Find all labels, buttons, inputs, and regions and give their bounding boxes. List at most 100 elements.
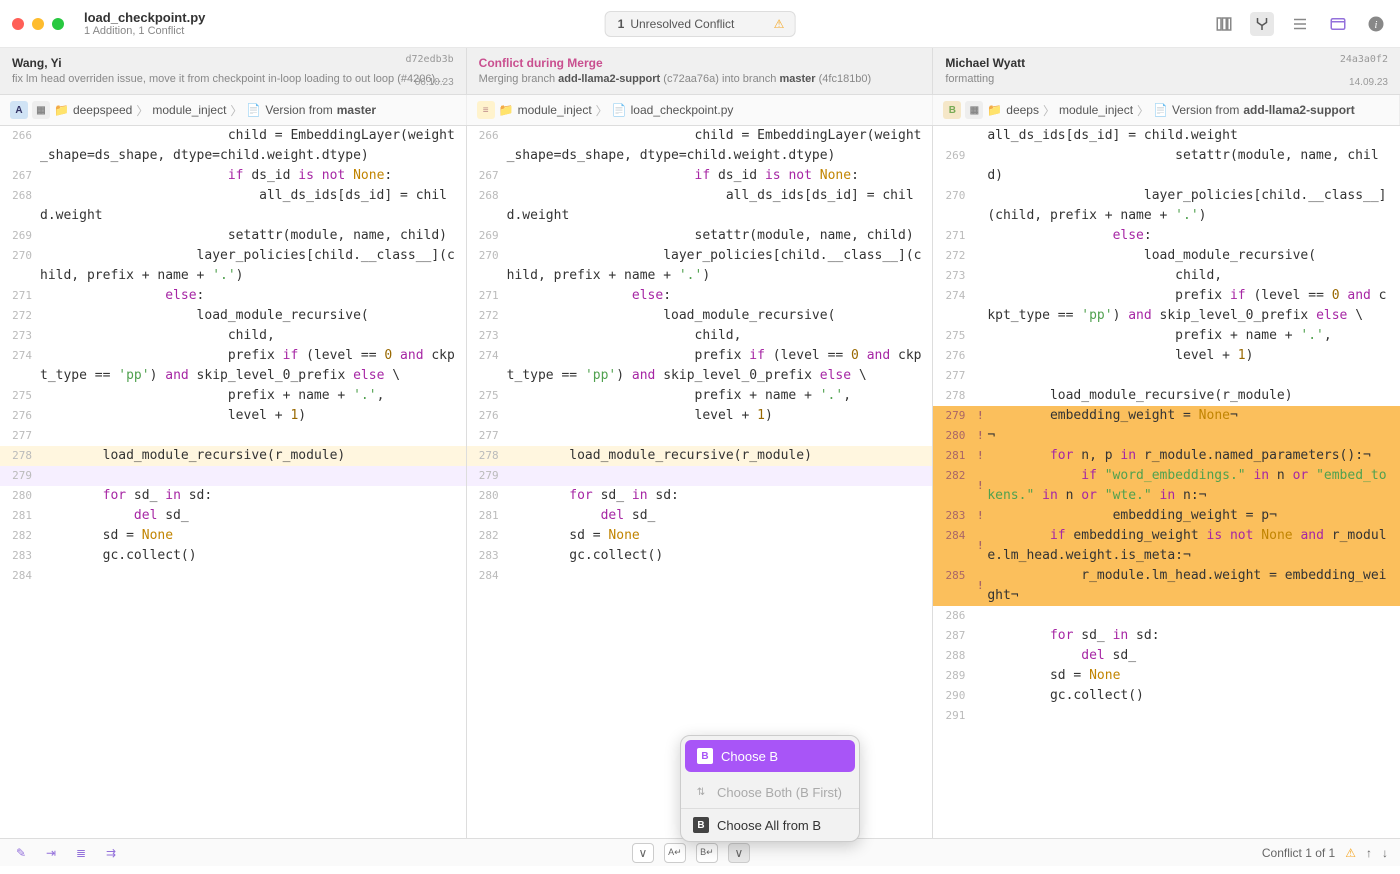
indent-icon[interactable]: ⇥ — [42, 844, 60, 862]
code-line[interactable]: 266 child = EmbeddingLayer(weight_shape=… — [0, 126, 466, 166]
line-number: 274 — [933, 286, 973, 326]
sidebar-toggle-icon[interactable] — [1326, 12, 1350, 36]
code-line[interactable]: 273 child, — [467, 326, 933, 346]
nav-up-icon[interactable]: ↑ — [1366, 846, 1372, 860]
code-line[interactable]: 291 — [933, 706, 1400, 726]
code-line[interactable]: 271 else: — [0, 286, 466, 306]
code-line[interactable]: 281! for n, p in r_module.named_paramete… — [933, 446, 1400, 466]
code-line[interactable]: 284 — [0, 566, 466, 586]
view-columns-icon[interactable] — [1212, 12, 1236, 36]
code-line[interactable]: 266 child = EmbeddingLayer(weight_shape=… — [467, 126, 933, 166]
pane-merged[interactable]: 266 child = EmbeddingLayer(weight_shape=… — [467, 126, 934, 838]
code-line[interactable]: 281 del sd_ — [467, 506, 933, 526]
apply-b-button[interactable]: B↵ — [696, 843, 718, 863]
status-left: ✎ ⇥ ≣ ⇉ — [12, 844, 120, 862]
code-line[interactable]: 274 prefix if (level == 0 and ckpt_type … — [0, 346, 466, 386]
code-line[interactable]: 270 layer_policies[child.__class__](chil… — [933, 186, 1400, 226]
code-line[interactable]: 270 layer_policies[child.__class__](chil… — [0, 246, 466, 286]
code-line[interactable]: 277 — [467, 426, 933, 446]
code-line[interactable]: 276 level + 1) — [933, 346, 1400, 366]
code-line[interactable]: 272 load_module_recursive( — [933, 246, 1400, 266]
code-line[interactable]: 275 prefix + name + '.', — [467, 386, 933, 406]
code-line[interactable]: 279 — [467, 466, 933, 486]
pane-version-b[interactable]: all_ds_ids[ds_id] = child.weight269 seta… — [933, 126, 1400, 838]
edit-icon[interactable]: ✎ — [12, 844, 30, 862]
view-merge-icon[interactable] — [1250, 12, 1274, 36]
breadcrumb-left[interactable]: A ▦ 📁 deepspeed 〉 module_inject 〉 📄 Vers… — [0, 95, 467, 125]
choose-both-button[interactable]: ⇅ Choose Both (B First) — [681, 776, 859, 808]
code-line[interactable]: 282! if "word_embeddings." in n or "embe… — [933, 466, 1400, 506]
code-line[interactable]: 275 prefix + name + '.', — [933, 326, 1400, 346]
code-text: load_module_recursive( — [507, 306, 933, 326]
code-line[interactable]: 279 — [0, 466, 466, 486]
minimize-window-button[interactable] — [32, 18, 44, 30]
pane-version-a[interactable]: 266 child = EmbeddingLayer(weight_shape=… — [0, 126, 467, 838]
code-line[interactable]: 277 — [0, 426, 466, 446]
code-line[interactable]: 269 setattr(module, name, child) — [0, 226, 466, 246]
code-line[interactable]: 274 prefix if (level == 0 and ckpt_type … — [933, 286, 1400, 326]
code-line[interactable]: 268 all_ds_ids[ds_id] = child.weight — [0, 186, 466, 226]
code-line[interactable]: 273 child, — [0, 326, 466, 346]
code-line[interactable]: 269 setattr(module, name, child) — [933, 146, 1400, 186]
nav-down-icon[interactable]: ↓ — [1382, 846, 1388, 860]
code-line[interactable]: 289 sd = None — [933, 666, 1400, 686]
code-line[interactable]: 276 level + 1) — [467, 406, 933, 426]
code-line[interactable]: 279! embedding_weight = None¬ — [933, 406, 1400, 426]
code-line[interactable]: 283! embedding_weight = p¬ — [933, 506, 1400, 526]
line-number: 271 — [0, 286, 40, 306]
code-line[interactable]: 287 for sd_ in sd: — [933, 626, 1400, 646]
breadcrumb-center[interactable]: ≡ 📁 module_inject 〉 📄 load_checkpoint.py — [467, 95, 934, 125]
code-line[interactable]: 267 if ds_id is not None: — [0, 166, 466, 186]
line-number: 284 — [0, 566, 40, 586]
code-line[interactable]: 280 for sd_ in sd: — [0, 486, 466, 506]
code-line[interactable]: 269 setattr(module, name, child) — [467, 226, 933, 246]
info-icon[interactable]: i — [1364, 12, 1388, 36]
code-line[interactable]: 272 load_module_recursive( — [467, 306, 933, 326]
choose-b-button[interactable]: B Choose B — [685, 740, 855, 772]
close-window-button[interactable] — [12, 18, 24, 30]
code-line[interactable]: 277 — [933, 366, 1400, 386]
list-format-icon[interactable]: ≣ — [72, 844, 90, 862]
code-line[interactable]: 284 — [467, 566, 933, 586]
code-line[interactable]: 278 load_module_recursive(r_module) — [0, 446, 466, 466]
step-icon[interactable]: ⇉ — [102, 844, 120, 862]
code-line[interactable]: 281 del sd_ — [0, 506, 466, 526]
code-line[interactable]: 268 all_ds_ids[ds_id] = child.weight — [467, 186, 933, 226]
warning-icon: ⚠ — [774, 17, 785, 31]
code-line[interactable]: 271 else: — [467, 286, 933, 306]
code-line[interactable]: 283 gc.collect() — [467, 546, 933, 566]
code-line[interactable]: 290 gc.collect() — [933, 686, 1400, 706]
choose-all-b-button[interactable]: B Choose All from B — [681, 808, 859, 841]
code-line[interactable]: 276 level + 1) — [0, 406, 466, 426]
code-text: layer_policies[child.__class__](child, p… — [507, 246, 933, 286]
code-line[interactable]: 285! r_module.lm_head.weight = embedding… — [933, 566, 1400, 606]
code-line[interactable]: all_ds_ids[ds_id] = child.weight — [933, 126, 1400, 146]
code-line[interactable]: 280 for sd_ in sd: — [467, 486, 933, 506]
unresolved-conflict-badge[interactable]: 1 Unresolved Conflict ⚠ — [605, 11, 796, 37]
code-line[interactable]: 275 prefix + name + '.', — [0, 386, 466, 406]
code-line[interactable]: 282 sd = None — [467, 526, 933, 546]
code-line[interactable]: 280!¬ — [933, 426, 1400, 446]
breadcrumb-right[interactable]: B ▦ 📁 deeps 〉 module_inject 〉 📄 Version … — [933, 95, 1400, 125]
code-line[interactable]: 272 load_module_recursive( — [0, 306, 466, 326]
view-list-icon[interactable] — [1288, 12, 1312, 36]
code-line[interactable]: 282 sd = None — [0, 526, 466, 546]
code-text: load_module_recursive(r_module) — [987, 386, 1400, 406]
code-line[interactable]: 288 del sd_ — [933, 646, 1400, 666]
code-line[interactable]: 278 load_module_recursive(r_module) — [467, 446, 933, 466]
code-line[interactable]: 286 — [933, 606, 1400, 626]
next-button[interactable]: ∨ — [728, 843, 750, 863]
code-line[interactable]: 273 child, — [933, 266, 1400, 286]
commit-author-left: Wang, Yi — [12, 56, 454, 70]
line-number: 267 — [467, 166, 507, 186]
maximize-window-button[interactable] — [52, 18, 64, 30]
code-line[interactable]: 278 load_module_recursive(r_module) — [933, 386, 1400, 406]
code-line[interactable]: 284! if embedding_weight is not None and… — [933, 526, 1400, 566]
code-line[interactable]: 271 else: — [933, 226, 1400, 246]
code-line[interactable]: 283 gc.collect() — [0, 546, 466, 566]
apply-a-button[interactable]: A↵ — [664, 843, 686, 863]
code-line[interactable]: 274 prefix if (level == 0 and ckpt_type … — [467, 346, 933, 386]
code-line[interactable]: 267 if ds_id is not None: — [467, 166, 933, 186]
prev-button[interactable]: ∨ — [632, 843, 654, 863]
code-line[interactable]: 270 layer_policies[child.__class__](chil… — [467, 246, 933, 286]
